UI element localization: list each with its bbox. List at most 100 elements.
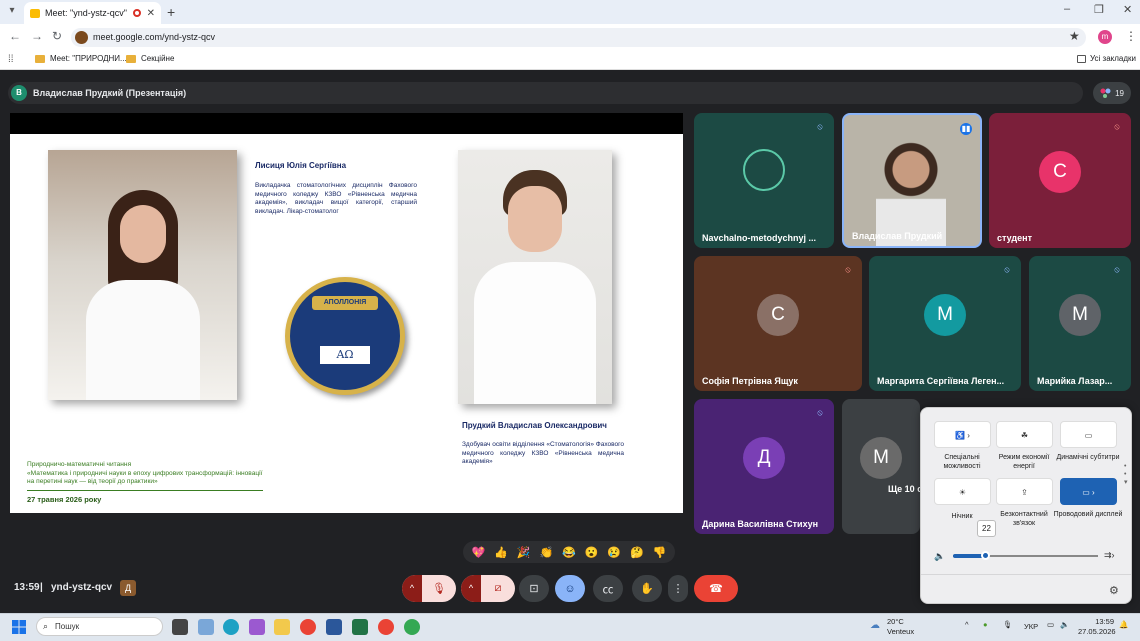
edge-icon[interactable] xyxy=(223,619,239,635)
participant-tile[interactable]: М ⦸ Маргарита Сергіївна Леген... xyxy=(869,256,1021,391)
participant-tile[interactable]: С ⦸ студент xyxy=(989,113,1131,248)
notifications-icon[interactable]: 🔔 xyxy=(1119,620,1128,629)
raise-hand-button[interactable]: ✋ xyxy=(632,575,662,602)
accessibility-button[interactable]: ♿ › xyxy=(934,421,991,448)
tray-chevron-icon[interactable]: ^ xyxy=(965,620,969,629)
minimize-icon[interactable]: – xyxy=(1064,3,1070,15)
bookmark-star-icon[interactable]: ★ xyxy=(1069,29,1080,43)
camera-off-icon[interactable]: ⧄ xyxy=(481,582,515,595)
network-icon[interactable]: ▭ xyxy=(1047,620,1054,629)
captions-button[interactable]: ㏄ xyxy=(593,575,623,602)
app-icon-1[interactable] xyxy=(198,619,214,635)
chrome-profile-icon[interactable] xyxy=(378,619,394,635)
weather-icon[interactable]: ☁ xyxy=(870,620,880,631)
file-explorer-icon[interactable] xyxy=(274,619,290,635)
presentation-slide: Лисиця Юлія Сергіївна Викладачка стомато… xyxy=(10,134,683,513)
all-bookmarks[interactable]: Усі закладки xyxy=(1077,54,1136,63)
reactions-button[interactable]: ☺ xyxy=(555,575,585,602)
hang-up-icon: ☎ xyxy=(709,583,723,595)
reaction-surprised[interactable]: 😮 xyxy=(585,546,599,559)
excel-icon[interactable] xyxy=(352,619,368,635)
qs-label-energy: Режим економії енергії xyxy=(998,454,1050,470)
participant-tile[interactable]: ▮▮ Владислав Прудкий xyxy=(842,113,982,248)
clock-time[interactable]: 13:59 xyxy=(1080,617,1114,626)
leave-call-button[interactable]: ☎ xyxy=(694,575,738,602)
clock-date[interactable]: 27.05.2026 xyxy=(1078,627,1116,636)
people-icon xyxy=(1100,88,1111,98)
word-icon[interactable] xyxy=(326,619,342,635)
apps-icon[interactable]: ⁞⁞ xyxy=(8,54,14,65)
settings-gear-icon[interactable]: ⚙ xyxy=(1109,584,1119,597)
qs-divider xyxy=(921,574,1131,575)
weather-text[interactable]: Venteux xyxy=(887,627,914,636)
mic-toggle[interactable]: ^ 🎙 xyxy=(402,575,456,602)
speaking-indicator-icon: ▮▮ xyxy=(960,123,972,135)
speaker-icon[interactable]: 🔈 xyxy=(934,551,945,562)
new-tab-button[interactable]: + xyxy=(167,4,175,20)
browser-menu-icon[interactable]: ⋮ xyxy=(1125,29,1137,43)
participant-tile[interactable]: С ⦸ Софія Петрівна Ящук xyxy=(694,256,862,391)
reaction-thinking[interactable]: 🤔 xyxy=(630,546,644,559)
camera-toggle[interactable]: ^ ⧄ xyxy=(461,575,515,602)
reaction-heart[interactable]: 💖 xyxy=(471,546,485,559)
hand-icon: ✋ xyxy=(640,583,654,595)
back-icon[interactable]: ← xyxy=(9,29,21,43)
camera-options-chevron-icon[interactable]: ^ xyxy=(461,575,481,602)
participant-tile[interactable]: М ⦸ Марийка Лазар... xyxy=(1029,256,1131,391)
chrome-profile-2-icon[interactable] xyxy=(404,619,420,635)
reaction-sad[interactable]: 😢 xyxy=(607,546,621,559)
cast-button[interactable]: ▭ › xyxy=(1060,478,1117,505)
event-date: 27 травня 2026 року xyxy=(27,495,102,504)
site-info-icon[interactable] xyxy=(75,31,88,44)
chrome-icon[interactable] xyxy=(300,619,316,635)
participant-tile[interactable]: ⦸ Navchalno-metodychnyj ... xyxy=(694,113,834,248)
host-avatar[interactable]: Д xyxy=(120,580,136,596)
live-captions-button[interactable]: ▭ xyxy=(1060,421,1117,448)
mic-off-icon[interactable]: 🎙 xyxy=(422,582,456,595)
reload-icon[interactable]: ↻ xyxy=(52,29,62,43)
bookmark-folder-2[interactable]: Секційне xyxy=(126,54,174,63)
logo-book: ΑΩ xyxy=(320,346,370,364)
page-dots[interactable]: • • ▾ xyxy=(1124,463,1128,487)
participant-avatar: С xyxy=(1039,150,1081,193)
app-tray-icon[interactable]: ● xyxy=(983,620,988,629)
student-name: Прудкий Владислав Олександрович xyxy=(462,421,607,430)
audio-output-icon[interactable]: ⇉› xyxy=(1104,550,1115,561)
energy-saver-button[interactable]: ☘ xyxy=(996,421,1053,448)
presenter-bar[interactable]: В Владислав Прудкий (Презентація) xyxy=(8,82,1083,104)
more-options-button[interactable]: ⋮ xyxy=(668,575,688,602)
taskbar-search[interactable]: ⌕ Пошук xyxy=(36,617,163,636)
nearby-share-button[interactable]: ⇪ xyxy=(996,478,1053,505)
reaction-clap[interactable]: 👏 xyxy=(539,546,553,559)
close-tab-icon[interactable]: ✕ xyxy=(147,8,155,19)
night-light-button[interactable]: ☀ xyxy=(934,478,991,505)
participant-count: 19 xyxy=(1115,88,1124,98)
participant-tile[interactable]: М Ще 10 о... xyxy=(842,399,920,534)
windows-start-icon[interactable] xyxy=(12,620,26,634)
volume-slider-thumb[interactable] xyxy=(980,551,990,560)
reaction-thumbs-up[interactable]: 👍 xyxy=(494,546,508,559)
task-view-icon[interactable] xyxy=(172,619,188,635)
copilot-icon[interactable] xyxy=(249,619,265,635)
mic-options-chevron-icon[interactable]: ^ xyxy=(402,575,422,602)
present-button[interactable]: ⊡ xyxy=(519,575,549,602)
teacher-description: Викладачка стоматологічних дисциплін Фах… xyxy=(255,182,417,215)
reaction-laugh[interactable]: 😂 xyxy=(562,546,576,559)
mic-tray-icon[interactable]: 🎙 xyxy=(1003,620,1013,629)
volume-tray-icon[interactable]: 🔈 xyxy=(1060,620,1069,629)
bookmark-folder-1[interactable]: Meet: "ПРИРОДНИ... xyxy=(35,54,127,63)
close-window-icon[interactable]: ✕ xyxy=(1123,3,1132,16)
profile-avatar[interactable]: m xyxy=(1098,30,1112,44)
browser-tab[interactable]: Meet: "ynd-ystz-qcv" ✕ xyxy=(24,2,161,24)
url-field[interactable]: meet.google.com/ynd-ystz-qcv xyxy=(71,28,1086,47)
reaction-party[interactable]: 🎉 xyxy=(517,546,531,559)
participant-name: Владислав Прудкий xyxy=(852,231,943,241)
weather-temp[interactable]: 20°C xyxy=(887,617,904,626)
reaction-thumbs-down[interactable]: 👎 xyxy=(653,546,667,559)
tab-search-icon[interactable]: ▾ xyxy=(4,3,20,19)
restore-icon[interactable]: ❐ xyxy=(1094,3,1104,16)
people-count-button[interactable]: 19 xyxy=(1093,82,1131,104)
language-indicator[interactable]: УКР xyxy=(1024,622,1038,631)
participant-tile[interactable]: Д ⦸ Дарина Василівна Стихун xyxy=(694,399,834,534)
forward-icon[interactable]: → xyxy=(31,29,43,43)
